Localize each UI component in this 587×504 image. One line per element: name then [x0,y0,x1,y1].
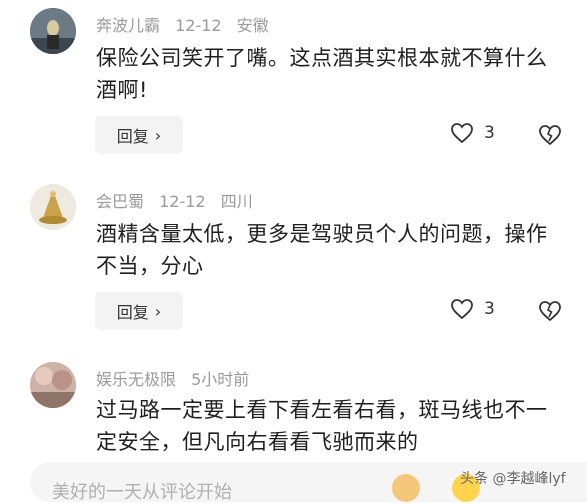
reply-button[interactable]: 回复 › [95,116,183,154]
heart-icon [451,123,473,144]
comment-date: 12-12 [159,192,206,211]
broken-heart-icon [539,125,561,146]
comment-input-placeholder: 美好的一天从评论开始 [52,482,232,503]
comment-date: 12-12 [175,16,222,35]
like-button[interactable]: 3 [450,298,495,320]
comment-text: 酒精含量太低，更多是驾驶员个人的问题，操作不当，分心 [96,222,548,278]
comment-text: 保险公司笑开了嘴。这点酒其实根本就不算什么酒啊! [96,46,548,102]
reply-label: 回复 [116,127,149,146]
username[interactable]: 会巴蜀 [96,192,144,211]
chevron-right-icon: › [154,301,162,321]
username[interactable]: 娱乐无极限 [96,370,176,389]
comment-meta: 会巴蜀 12-12 四川 [96,188,263,212]
comment-date: 5小时前 [191,370,250,389]
reply-label: 回复 [116,303,149,322]
dislike-button[interactable] [538,300,562,326]
comment-location: 安徽 [236,16,269,35]
avatar[interactable] [30,184,76,230]
avatar[interactable] [30,362,76,408]
avatar[interactable] [30,8,76,54]
thumbs-up-emoji-icon[interactable] [392,474,420,502]
heart-icon [451,299,473,320]
username[interactable]: 奔波儿霸 [96,16,160,35]
comment-location: 四川 [220,192,253,211]
broken-heart-icon [539,301,561,322]
comment-meta: 奔波儿霸 12-12 安徽 [96,12,279,36]
dislike-button[interactable] [538,124,562,150]
reply-button[interactable]: 回复 › [95,292,183,330]
comment-meta: 娱乐无极限 5小时前 [96,366,259,390]
like-button[interactable]: 3 [450,122,495,144]
chevron-right-icon: › [154,125,162,145]
watermark: 头条 @李越峰lyf [460,468,566,488]
like-count: 3 [484,299,495,319]
like-count: 3 [484,123,495,143]
comment-text: 过马路一定要上看下看左看右看，斑马线也不一定安全，但凡向右看看飞驰而来的 [96,398,548,454]
watermark-text: 头条 @李越峰lyf [460,471,566,487]
